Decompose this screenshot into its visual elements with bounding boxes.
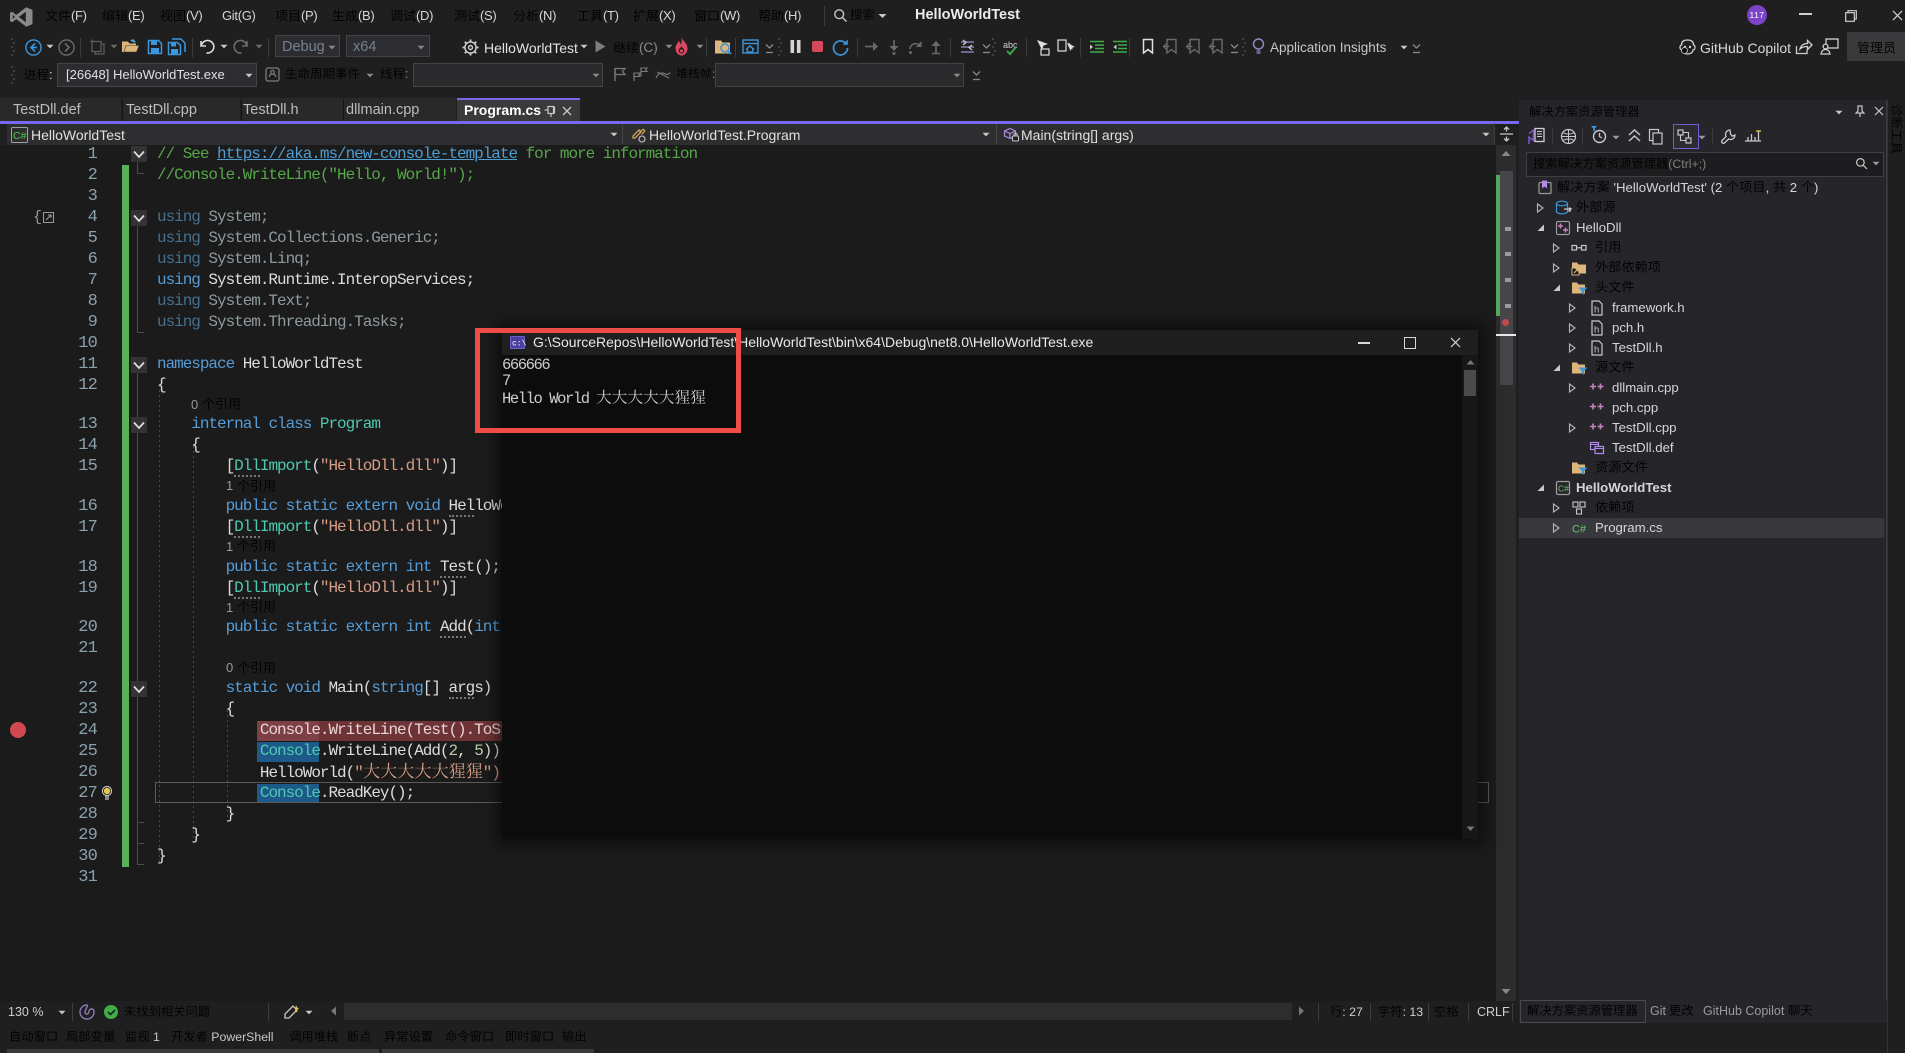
svg-text:C#: C# [13,130,27,142]
svg-text:h: h [1594,345,1599,356]
svg-text:C#: C# [1572,524,1587,536]
svg-text:h: h [1594,325,1599,336]
svg-text:h: h [1594,305,1599,316]
svg-text:C#: C# [1558,484,1569,494]
